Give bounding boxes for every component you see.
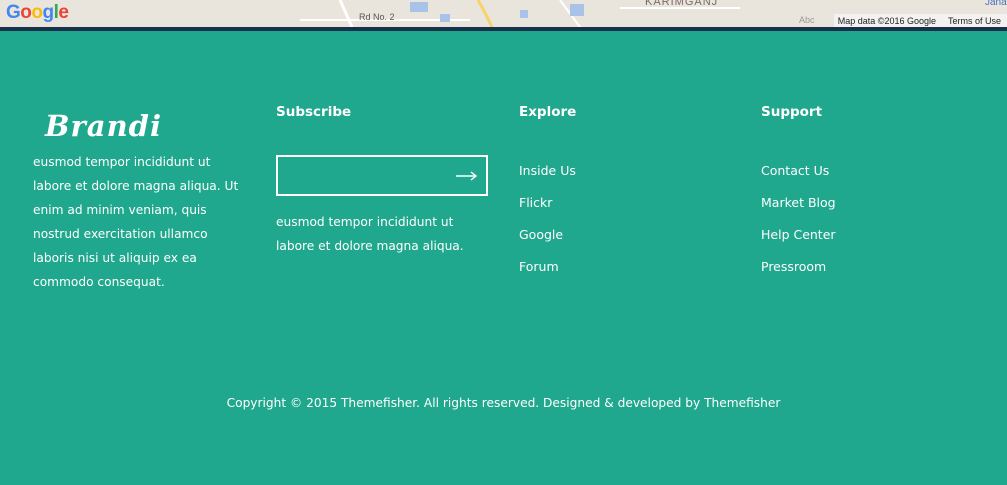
support-link-market-blog[interactable]: Market Blog [761,192,836,224]
explore-link-flickr[interactable]: Flickr [519,192,576,224]
brand-logo[interactable]: Brandi [45,109,162,143]
map-embed[interactable]: Google Rd No. 2 KARIMGANJ Abc Jana Map d… [0,0,1007,27]
support-link-contact-us[interactable]: Contact Us [761,160,836,192]
explore-link-inside-us[interactable]: Inside Us [519,160,576,192]
arrow-right-icon[interactable] [455,166,479,186]
brand-description: eusmod tempor incididunt ut labore et do… [33,155,239,289]
map-abc-label: Abc [799,15,815,25]
logo-letter: g [42,2,55,23]
map-data-text: Map data ©2016 Google [837,15,936,26]
footer-top-divider [0,27,1007,31]
subscribe-email-input[interactable] [278,157,448,194]
map-area-label: KARIMGANJ [645,0,719,8]
support-link-pressroom[interactable]: Pressroom [761,256,836,288]
logo-letter: o [20,2,32,23]
explore-heading: Explore [519,104,577,120]
google-logo: Google [6,2,69,24]
support-link-help-center[interactable]: Help Center [761,224,836,256]
map-road-label: Rd No. 2 [359,12,395,22]
logo-letter: o [31,2,43,23]
terms-of-use-link[interactable]: Terms of Use [948,16,1001,26]
subscribe-heading: Subscribe [276,104,352,120]
map-corner-label: Jana [985,0,1007,8]
explore-link-google[interactable]: Google [519,224,576,256]
support-links: Contact Us Market Blog Help Center Press… [761,160,836,288]
copyright-text: Copyright © 2015 Themefisher. All rights… [226,396,781,410]
subscribe-form [276,155,488,196]
logo-letter: e [58,2,69,23]
subscribe-description: eusmod tempor incididunt ut labore et do… [276,215,464,253]
logo-letter: G [6,2,21,23]
explore-link-forum[interactable]: Forum [519,256,576,288]
explore-links: Inside Us Flickr Google Forum [519,160,576,288]
support-heading: Support [761,104,823,120]
map-attribution: Map data ©2016 Google Terms of Use [833,14,1007,27]
